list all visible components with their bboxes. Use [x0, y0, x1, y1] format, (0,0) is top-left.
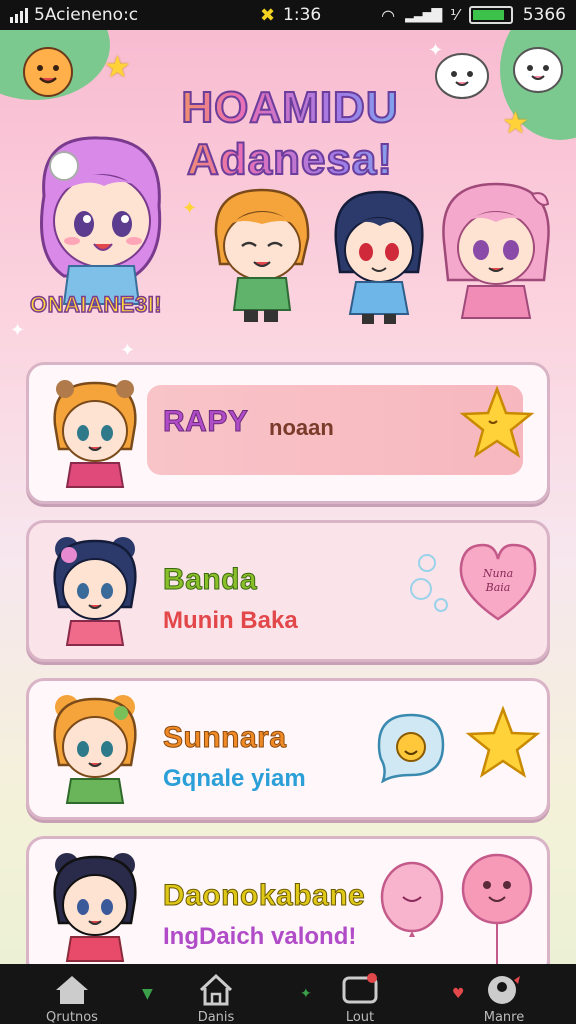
orange-blob-mascot [23, 47, 73, 97]
nav-item-manre[interactable]: Manre [459, 970, 549, 1024]
orange-bun-hair-avatar [53, 695, 137, 804]
wifi-icon: ◠ [381, 5, 396, 25]
list-item-card-3[interactable]: Sunnara Gqnale yiam [26, 678, 550, 820]
nav-item-danis[interactable]: Danis [171, 970, 261, 1024]
nav-divider-icon: ✦ [300, 986, 312, 1002]
nav-label: Lout [345, 1010, 375, 1024]
card-subtitle: noaan [269, 415, 334, 440]
sparkle-icon: ✦ [428, 40, 444, 61]
cell-signal-icon: ▂▃▅▇ [405, 7, 442, 23]
battery-percent: 5366 [522, 5, 566, 25]
list-item-card-1[interactable]: RAPY noaan [26, 362, 550, 504]
nav-item-lout[interactable]: Lout [315, 970, 405, 1024]
chat-icon [342, 973, 378, 1004]
character-list: RAPY noaan Banda Munin Baka Nuna Baia Su… [26, 362, 550, 994]
hero-banner: ★ ★ ✦ ✦ ✦ ✦ HOAMIDU Adanesa! ONAIANE3I! [0, 30, 576, 360]
orange-hair-boy-character [214, 188, 310, 322]
bubbles-icon [410, 554, 448, 612]
orange-hair-avatar [53, 380, 137, 488]
card-subtitle: Gqnale yiam [163, 765, 306, 792]
list-item-card-4[interactable]: Daonokabane IngDaich valond! [26, 836, 550, 978]
pink-hair-girl-character [40, 136, 162, 305]
balloon-icon [380, 861, 444, 937]
card-subtitle: Munin Baka [163, 607, 298, 634]
star-icon [465, 705, 541, 778]
sparkle-icon: ✦ [10, 320, 26, 341]
card-title: RAPY [162, 405, 249, 439]
navy-hair-girl-character [334, 190, 424, 324]
pink-hair-girl-small-character [442, 182, 550, 319]
signal-icon [10, 7, 28, 23]
hero-badge: ONAIANE3I! [29, 291, 163, 318]
app-title-line1: HOAMIDU [180, 82, 399, 133]
speech-bubble-icon [377, 713, 445, 783]
sparkle-icon: ✦ [182, 198, 198, 219]
status-center: ✖ 1:36 [200, 5, 381, 26]
cloud-mascot-2 [513, 47, 563, 93]
profile-bubble-icon [488, 976, 520, 1004]
card-title: Banda [162, 563, 258, 597]
status-right: ◠ ▂▃▅▇ ⅟ 5366 [381, 5, 566, 25]
star-icon: ★ [502, 106, 529, 141]
card-title: Daonokabane [162, 879, 366, 913]
status-bar: 5Acieneno:c ✖ 1:36 ◠ ▂▃▅▇ ⅟ 5366 [0, 0, 576, 30]
home-icon [56, 976, 88, 1004]
status-left: 5Acieneno:c [10, 5, 200, 25]
dark-bun-hair-avatar [53, 853, 137, 962]
heart-balloon-icon: Nuna Baia [459, 543, 537, 621]
nav-label: Manre [483, 1010, 525, 1024]
star-icon: ★ [104, 50, 131, 85]
nav-divider-icon: ▼ [142, 986, 153, 1002]
nav-item-home[interactable]: Qrutnos [27, 970, 117, 1024]
svg-text:Nuna: Nuna [482, 567, 513, 580]
svg-text:Baia: Baia [485, 581, 511, 594]
sparkle-icon: ✦ [120, 340, 136, 360]
charging-bolt-icon: ✖ [259, 4, 276, 26]
balloon-icon [461, 853, 533, 967]
navy-bun-hair-avatar [53, 537, 137, 646]
battery-icon [468, 6, 513, 24]
app-title-line2: Adanesa! [186, 134, 394, 185]
heart-icon: ♥ [452, 986, 465, 1002]
card-title: Sunnara [163, 721, 287, 755]
clock: 1:36 [283, 5, 322, 25]
star-icon [459, 385, 535, 458]
app-title: HOAMIDU Adanesa! [140, 82, 440, 186]
carrier-text: 5Acieneno:c [34, 5, 139, 25]
data-icon: ⅟ [450, 6, 459, 24]
bottom-nav: Qrutnos Danis Lout Manre ▼ ✦ ♥ [0, 964, 576, 1024]
card-subtitle: IngDaich valond! [163, 923, 357, 950]
list-item-card-2[interactable]: Banda Munin Baka Nuna Baia [26, 520, 550, 662]
nav-label: Qrutnos [46, 1010, 98, 1024]
house-icon [199, 973, 233, 1006]
nav-label: Danis [197, 1010, 235, 1024]
